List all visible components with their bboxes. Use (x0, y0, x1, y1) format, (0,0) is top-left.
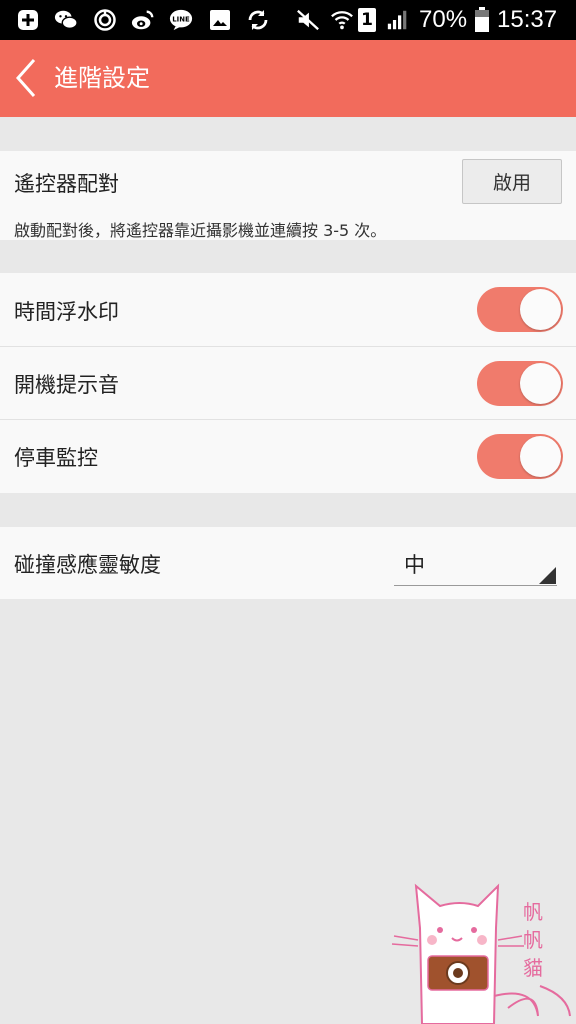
remote-pairing-label: 遙控器配對 (14, 172, 119, 196)
boot-sound-toggle[interactable] (477, 361, 563, 406)
toggle-settings-section: 時間浮水印 開機提示音 停車監控 (0, 273, 576, 493)
line-icon: LINE (169, 8, 193, 32)
weibo-icon (131, 8, 155, 32)
enable-pairing-button[interactable]: 啟用 (462, 159, 562, 204)
battery-icon (470, 7, 494, 32)
collision-sensitivity-label: 碰撞感應靈敏度 (14, 553, 161, 577)
clock: 15:37 (497, 6, 558, 33)
timer-icon (93, 8, 117, 32)
mascot-watermark: 帆 帆 貓 (390, 876, 576, 1024)
cat-mascot-icon: 帆 帆 貓 (391, 883, 571, 1024)
remote-pairing-section: 遙控器配對 啟用 啟動配對後，將遙控器靠近攝影機並連續按 3-5 次。 (0, 151, 576, 240)
sensitivity-section: 碰撞感應靈敏度 中 (0, 527, 576, 599)
signal-icon (386, 8, 410, 32)
back-button[interactable] (10, 55, 44, 101)
wifi-icon (330, 8, 354, 32)
chevron-left-icon (15, 59, 36, 97)
sync-icon (246, 8, 270, 32)
page-title: 進階設定 (54, 64, 150, 92)
parking-monitor-toggle[interactable] (477, 434, 563, 479)
toggle-knob (520, 363, 561, 404)
sensitivity-dropdown[interactable]: 中 (394, 547, 557, 586)
toggle-knob (520, 436, 561, 477)
app-bar: 進階設定 (0, 40, 576, 117)
time-watermark-label: 時間浮水印 (14, 300, 119, 324)
toggle-knob (520, 289, 561, 330)
sensitivity-value: 中 (404, 553, 425, 577)
divider (0, 419, 576, 420)
watermark-char: 帆 (523, 928, 543, 952)
remote-pairing-hint: 啟動配對後，將遙控器靠近攝影機並連續按 3-5 次。 (14, 221, 387, 240)
watermark-char: 貓 (523, 956, 543, 980)
time-watermark-toggle[interactable] (477, 287, 563, 332)
mute-icon (296, 8, 320, 32)
battery-percent: 70% (419, 6, 468, 33)
sim-icon: 1 (358, 8, 376, 32)
status-bar: LINE 1 70% 15:37 (0, 0, 576, 40)
wechat-icon (54, 8, 78, 32)
line-icon-text: LINE (172, 15, 190, 23)
parking-monitor-label: 停車監控 (14, 446, 98, 470)
image-icon (208, 8, 232, 32)
add-box-icon (16, 8, 40, 32)
dropdown-arrow-icon (539, 567, 556, 584)
watermark-char: 帆 (523, 900, 543, 924)
boot-sound-label: 開機提示音 (14, 373, 119, 397)
divider (0, 346, 576, 347)
